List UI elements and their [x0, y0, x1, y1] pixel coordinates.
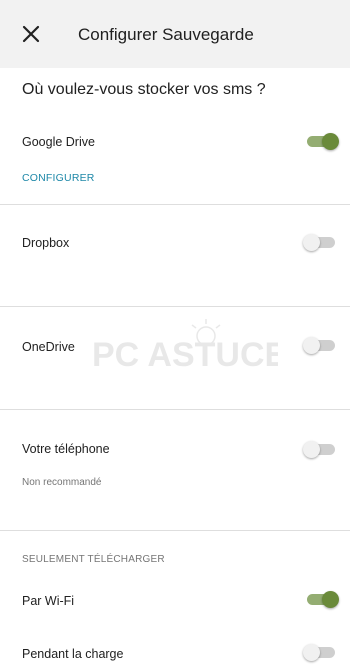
divider [0, 409, 350, 410]
google-drive-label: Google Drive [22, 135, 95, 149]
divider [0, 204, 350, 205]
app-bar: Configurer Sauvegarde [0, 0, 350, 68]
storage-question: Où voulez-vous stocker vos sms ? [22, 81, 266, 98]
dropbox-toggle[interactable] [303, 233, 339, 253]
divider [0, 530, 350, 531]
google-drive-toggle[interactable] [303, 132, 339, 152]
phone-label: Votre téléphone [22, 442, 110, 456]
section-header: SEULEMENT TÉLÉCHARGER [22, 554, 165, 565]
toggle-thumb [322, 591, 339, 608]
phone-note: Non recommandé [22, 477, 102, 488]
toggle-thumb [303, 644, 320, 661]
wifi-toggle[interactable] [303, 590, 339, 610]
wifi-label: Par Wi-Fi [22, 594, 75, 608]
watermark-logo: PC ASTUCES [92, 319, 278, 374]
charging-label: Pendant la charge [22, 647, 124, 661]
toggle-thumb [322, 133, 339, 150]
toggle-thumb [303, 337, 320, 354]
close-icon[interactable] [18, 21, 44, 47]
charging-toggle[interactable] [303, 643, 339, 663]
phone-toggle[interactable] [303, 440, 339, 460]
page-title: Configurer Sauvegarde [78, 25, 254, 44]
toggle-thumb [303, 234, 320, 251]
onedrive-label: OneDrive [22, 340, 75, 354]
configure-link[interactable]: CONFIGURER [22, 172, 95, 184]
divider [0, 306, 350, 307]
toggle-thumb [303, 441, 320, 458]
watermark-text: PC ASTUCES [92, 336, 278, 374]
dropbox-label: Dropbox [22, 236, 70, 250]
onedrive-toggle[interactable] [303, 336, 339, 356]
